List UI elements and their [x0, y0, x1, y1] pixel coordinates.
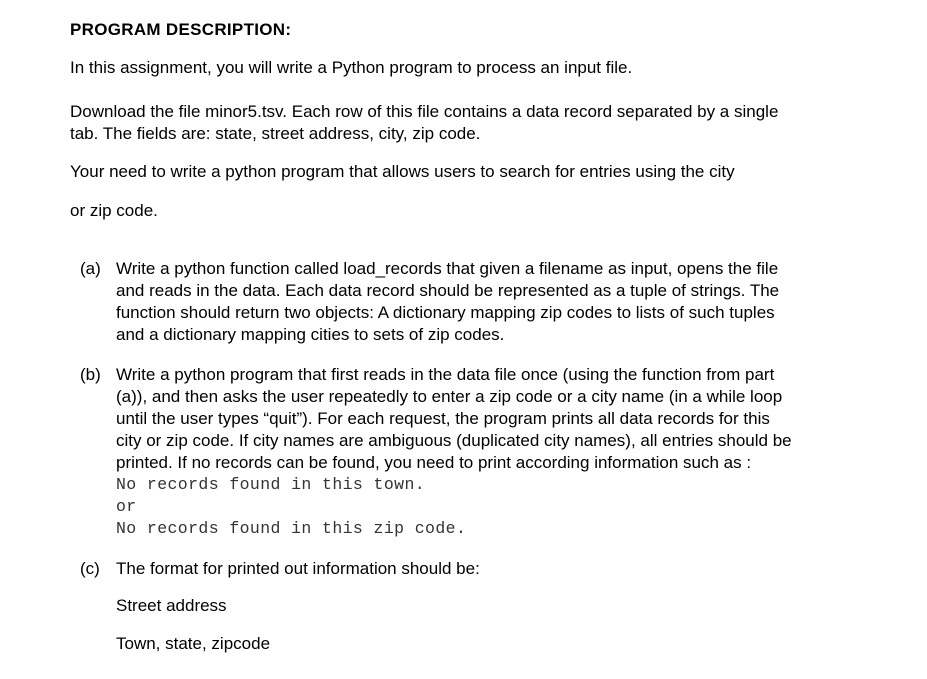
item-label: (c) [80, 559, 100, 578]
page-heading: PROGRAM DESCRIPTION: [70, 20, 292, 39]
text-line: printed. If no records can be found, you… [116, 453, 752, 472]
text-line: and reads in the data. Each data record … [116, 281, 780, 300]
text-line: Write a python function called load_reco… [116, 259, 779, 278]
intro-paragraph: In this assignment, you will write a Pyt… [70, 58, 633, 77]
need-line-1: Your need to write a python program that… [70, 162, 735, 181]
text-line: Write a python program that first reads … [116, 365, 775, 384]
code-line: or [116, 497, 137, 516]
text-line: function should return two objects: A di… [116, 303, 775, 322]
text-line: tab. The fields are: state, street addre… [70, 124, 481, 143]
code-line: No records found in this zip code. [116, 519, 467, 538]
download-paragraph: Download the file minor5.tsv. Each row o… [70, 101, 778, 145]
text-line: (a)), and then asks the user repeatedly … [116, 387, 783, 406]
format-line: Street address [116, 596, 227, 615]
need-line-2: or zip code. [70, 201, 158, 220]
text-line: The format for printed out information s… [116, 559, 480, 578]
text-line: city or zip code. If city names are ambi… [116, 431, 792, 450]
code-line: No records found in this town. [116, 475, 426, 494]
format-line: Town, state, zipcode [116, 634, 271, 653]
text-line: until the user types “quit”). For each r… [116, 409, 770, 428]
item-label: (b) [80, 365, 101, 384]
text-line: and a dictionary mapping cities to sets … [116, 325, 505, 344]
text-line: Download the file minor5.tsv. Each row o… [70, 102, 779, 121]
item-label: (a) [80, 259, 101, 278]
